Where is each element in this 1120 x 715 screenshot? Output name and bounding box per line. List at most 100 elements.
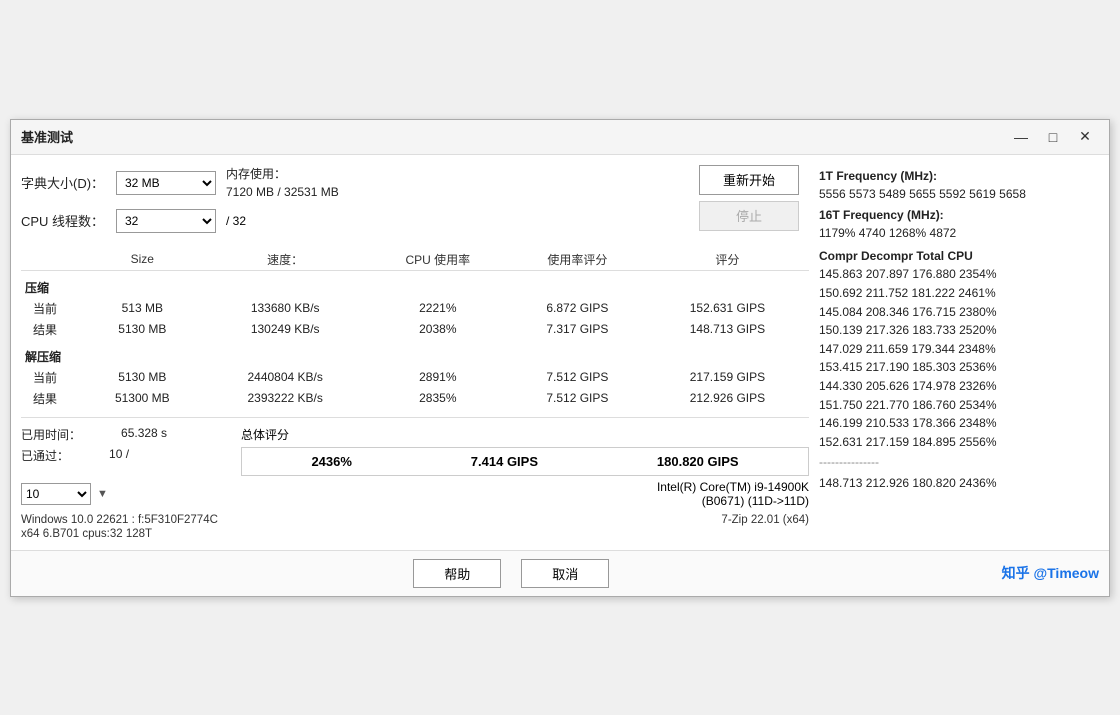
compress-result-uscore: 7.317 GIPS [509,319,646,340]
decompress-current-size: 5130 MB [81,367,204,388]
title-bar: 基准测试 — □ ✕ [11,120,1109,155]
stop-button: 停止 [699,201,799,231]
watermark: 知乎 @Timeow [1002,563,1099,583]
summary-cpu: 2436% [311,454,351,469]
action-buttons: 重新开始 停止 [699,165,799,231]
cpu-threads-max: / 32 [226,214,246,228]
freq-1t-label: 1T Frequency (MHz): [819,167,1099,186]
right-panel: 1T Frequency (MHz): 5556 5573 5489 5655 … [819,165,1099,540]
dict-size-select[interactable]: 32 MB [116,171,216,195]
compress-current-uscore: 6.872 GIPS [509,298,646,319]
restart-button[interactable]: 重新开始 [699,165,799,195]
compress-current-row: 当前 513 MB 133680 KB/s 2221% 6.872 GIPS 1… [21,298,809,319]
footer-buttons: 帮助 取消 [413,559,609,588]
mem-info: 内存使用： 7120 MB / 32531 MB [226,165,339,201]
col-cpu-usage: CPU 使用率 [367,249,509,271]
decompress-result-row: 结果 51300 MB 2393222 KB/s 2835% 7.512 GIP… [21,388,809,409]
compress-current-score: 152.631 GIPS [646,298,809,319]
decompress-result-score: 212.926 GIPS [646,388,809,409]
summary-values: 2436% 7.414 GIPS 180.820 GIPS [241,447,809,476]
freq-1t-values: 5556 5573 5489 5655 5592 5619 5658 [819,185,1099,204]
window-controls: — □ ✕ [1007,126,1099,148]
decompress-current-cpu: 2891% [367,367,509,388]
right-data-row: 150.692 211.752 181.222 2461% [819,284,1099,303]
cpu-threads-row: CPU 线程数： 32 / 32 [21,209,683,233]
compress-current-speed: 133680 KB/s [204,298,367,319]
dropdown-cpu-row: 10 ▼ Intel(R) Core(TM) i9-14900K (B0671)… [21,480,809,508]
right-data-row: 153.415 217.190 185.303 2536% [819,358,1099,377]
main-content: 字典大小(D)： 32 MB 内存使用： 7120 MB / 32531 MB … [11,155,1109,550]
sys-arch-row: x64 6.B701 cpus:32 128T [21,528,809,540]
summary-total-score: 180.820 GIPS [657,454,739,469]
decompress-result-label: 结果 [21,388,81,409]
decompress-current-score: 217.159 GIPS [646,367,809,388]
compress-current-label: 当前 [21,298,81,319]
summary-usage-score: 7.414 GIPS [471,454,538,469]
decompress-current-label: 当前 [21,367,81,388]
compress-result-speed: 130249 KB/s [204,319,367,340]
summary-title: 总体评分 [241,426,809,443]
col-usage-score: 使用率评分 [509,249,646,271]
main-window: 基准测试 — □ ✕ 字典大小(D)： 32 MB 内存使用： [10,119,1110,597]
decompress-result-size: 51300 MB [81,388,204,409]
col-speed: 速度： [204,249,367,271]
decompress-current-speed: 2440804 KB/s [204,367,367,388]
compress-result-row: 结果 5130 MB 130249 KB/s 2038% 7.317 GIPS … [21,319,809,340]
elapsed-row: 已用时间： 65.328 s [21,426,221,443]
maximize-button[interactable]: □ [1039,126,1067,148]
minimize-button[interactable]: — [1007,126,1035,148]
cpu-info-line1: Intel(R) Core(TM) i9-14900K [657,480,809,494]
right-data-row: 147.029 211.659 179.344 2348% [819,340,1099,359]
elapsed-label: 已用时间： [21,426,81,443]
compress-current-size: 513 MB [81,298,204,319]
col-score: 评分 [646,249,809,271]
dict-size-row: 字典大小(D)： 32 MB 内存使用： 7120 MB / 32531 MB [21,165,683,201]
cpu-info: Intel(R) Core(TM) i9-14900K (B0671) (11D… [657,480,809,508]
close-button[interactable]: ✕ [1071,126,1099,148]
compress-current-cpu: 2221% [367,298,509,319]
status-summary-row: 已用时间： 65.328 s 已通过： 10 / 总体评分 2436% 7.41… [21,426,809,476]
right-rows: 145.863 207.897 176.880 2354%150.692 211… [819,265,1099,451]
right-data-row: 151.750 221.770 186.760 2534% [819,396,1099,415]
compress-result-cpu: 2038% [367,319,509,340]
dropdown-arrow-icon: ▼ [97,488,108,500]
help-button[interactable]: 帮助 [413,559,501,588]
cancel-button[interactable]: 取消 [521,559,609,588]
right-data-row: 152.631 217.159 184.895 2556% [819,433,1099,452]
right-data-row: 144.330 205.626 174.978 2326% [819,377,1099,396]
summary-area: 总体评分 2436% 7.414 GIPS 180.820 GIPS [241,426,809,476]
status-area: 已用时间： 65.328 s 已通过： 10 / [21,426,221,476]
passed-label: 已通过： [21,447,69,464]
decompress-result-cpu: 2835% [367,388,509,409]
dict-size-label: 字典大小(D)： [21,173,106,192]
form-area: 字典大小(D)： 32 MB 内存使用： 7120 MB / 32531 MB … [21,165,683,241]
right-data-row: 150.139 217.326 183.733 2520% [819,321,1099,340]
freq-16t-label: 16T Frequency (MHz): [819,206,1099,225]
right-data-row: 146.199 210.533 178.366 2348% [819,414,1099,433]
cpu-info-line2: (B0671) (11D->11D) [657,494,809,508]
compress-result-label: 结果 [21,319,81,340]
col-empty [21,249,81,271]
window-title: 基准测试 [21,127,73,146]
cpu-threads-label: CPU 线程数： [21,211,106,230]
benchmark-table: Size 速度： CPU 使用率 使用率评分 评分 压缩 [21,249,809,409]
col-headers: Compr Decompr Total CPU [819,247,1099,266]
decompress-current-uscore: 7.512 GIPS [509,367,646,388]
passed-value: 10 / [109,447,129,464]
decompress-result-speed: 2393222 KB/s [204,388,367,409]
decompression-label: 解压缩 [25,350,61,364]
decompress-result-uscore: 7.512 GIPS [509,388,646,409]
decompression-header-row: 解压缩 [21,346,809,367]
right-total-row: 148.713 212.926 180.820 2436% [819,474,1099,493]
left-panel: 字典大小(D)： 32 MB 内存使用： 7120 MB / 32531 MB … [21,165,809,540]
right-data-row: 145.863 207.897 176.880 2354% [819,265,1099,284]
passed-dropdown[interactable]: 10 [21,483,91,505]
sys-info-row: Windows 10.0 22621 : f:5F310F2774C 7-Zip… [21,514,809,526]
sys-app: 7-Zip 22.01 (x64) [721,514,809,526]
compress-result-score: 148.713 GIPS [646,319,809,340]
sys-os: Windows 10.0 22621 : f:5F310F2774C [21,514,218,526]
elapsed-value: 65.328 s [121,426,167,443]
passed-row: 已通过： 10 / [21,447,221,464]
mem-usage-label: 内存使用： [226,165,339,183]
cpu-threads-select[interactable]: 32 [116,209,216,233]
